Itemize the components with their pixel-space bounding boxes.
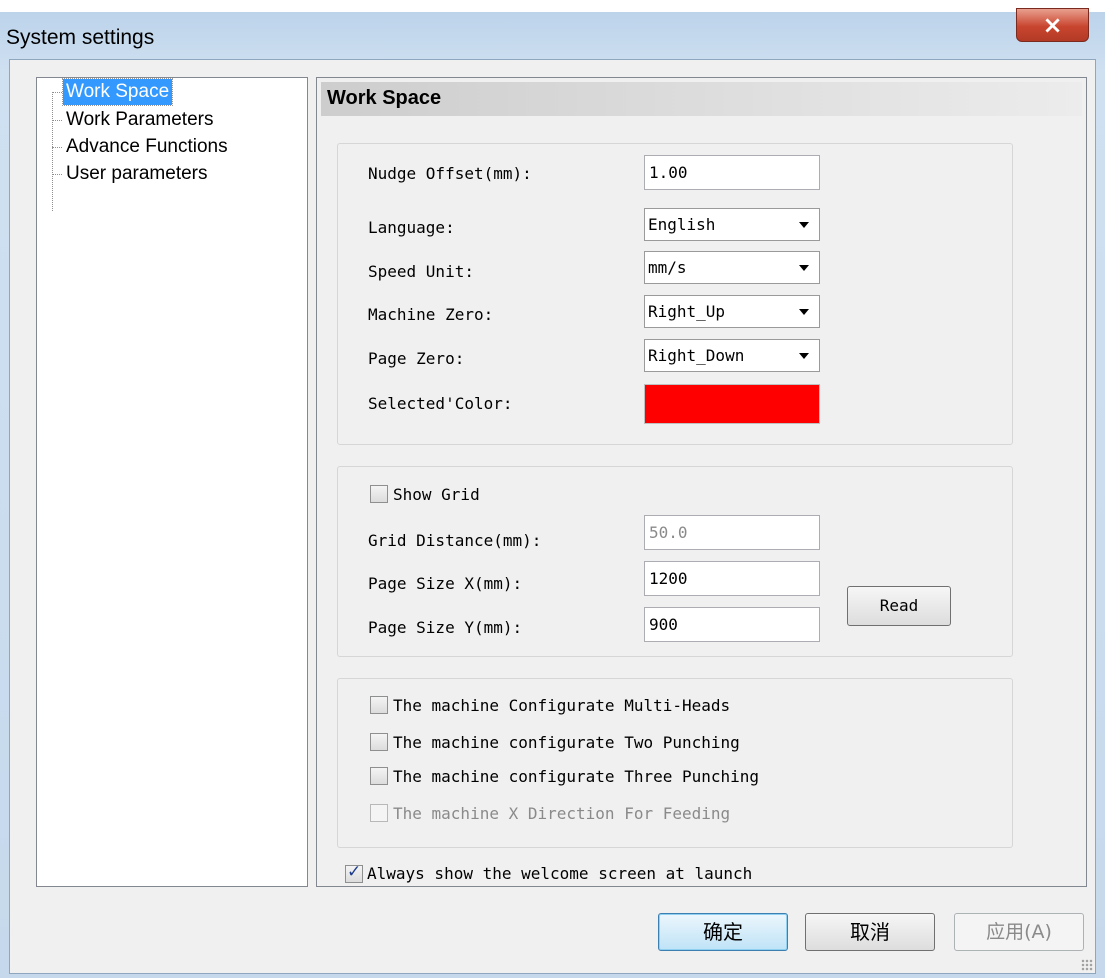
page-size-x-label: Page Size X(mm): [368, 574, 523, 593]
x-feeding-label: The machine X Direction For Feeding [393, 804, 731, 823]
tree-item-work-parameters[interactable]: Work Parameters [63, 107, 216, 133]
show-grid-label: Show Grid [393, 485, 480, 504]
close-button[interactable]: × [1016, 8, 1089, 42]
read-button[interactable]: Read [847, 586, 951, 626]
welcome-screen-label: Always show the welcome screen at launch [367, 864, 753, 883]
tree-item-work-space[interactable]: Work Space [61, 78, 174, 106]
three-punching-checkbox[interactable] [370, 767, 388, 785]
panel-header: Work Space [321, 82, 1082, 116]
language-value: English [648, 215, 716, 234]
tree-item-advance-functions[interactable]: Advance Functions [63, 134, 231, 160]
dialog-client-area: Work Space Work Parameters Advance Funct… [9, 59, 1096, 974]
machine-zero-select[interactable]: Right_Up [644, 295, 820, 328]
page-size-y-label: Page Size Y(mm): [368, 618, 523, 637]
ok-button[interactable]: 确定 [658, 913, 788, 951]
machine-zero-label: Machine Zero: [368, 305, 494, 324]
welcome-screen-checkbox[interactable] [345, 862, 363, 883]
speed-unit-value: mm/s [648, 258, 687, 277]
title-bar: System settings × [0, 8, 1105, 60]
dropdown-arrow-icon [799, 265, 809, 271]
page-zero-select[interactable]: Right_Down [644, 339, 820, 372]
top-strip [0, 0, 1105, 12]
apply-button[interactable]: 应用(A) [954, 913, 1084, 951]
speed-unit-select[interactable]: mm/s [644, 251, 820, 284]
multi-heads-label: The machine Configurate Multi-Heads [393, 696, 731, 715]
language-label: Language: [368, 218, 455, 237]
tree-connector [52, 174, 62, 175]
multi-heads-checkbox[interactable] [370, 696, 388, 714]
dropdown-arrow-icon [799, 309, 809, 315]
window-title: System settings [6, 26, 155, 49]
show-grid-checkbox[interactable] [370, 485, 388, 503]
system-settings-window: System settings × Work Space Work Parame… [0, 8, 1105, 978]
x-feeding-checkbox[interactable] [370, 804, 388, 822]
machine-zero-value: Right_Up [648, 302, 726, 321]
selected-color-swatch[interactable] [644, 384, 820, 424]
page-zero-label: Page Zero: [368, 349, 465, 368]
selected-color-label: Selected'Color: [368, 394, 513, 413]
page-size-x-input[interactable]: 1200 [644, 561, 820, 596]
grid-distance-label: Grid Distance(mm): [368, 531, 542, 550]
cancel-button[interactable]: 取消 [805, 913, 935, 951]
tree-item-user-parameters[interactable]: User parameters [63, 161, 211, 187]
two-punching-label: The machine configurate Two Punching [393, 733, 740, 752]
language-select[interactable]: English [644, 208, 820, 241]
tree-connector [52, 92, 53, 211]
three-punching-label: The machine configurate Three Punching [393, 767, 760, 786]
nudge-offset-input[interactable]: 1.00 [644, 155, 820, 190]
tree-connector [52, 92, 62, 93]
dropdown-arrow-icon [799, 222, 809, 228]
speed-unit-label: Speed Unit: [368, 262, 474, 281]
tree-connector [52, 147, 62, 148]
nudge-offset-label: Nudge Offset(mm): [368, 164, 532, 183]
dropdown-arrow-icon [799, 353, 809, 359]
tree-connector [52, 120, 62, 121]
close-x-icon: × [1042, 11, 1063, 39]
page-size-y-input[interactable]: 900 [644, 607, 820, 642]
resize-grip-icon[interactable] [1081, 959, 1093, 971]
machine-options-group: The machine Configurate Multi-Heads The … [337, 678, 1013, 848]
grid-group: Show Grid Grid Distance(mm): 50.0 Page S… [337, 466, 1013, 657]
panel-title: Work Space [327, 87, 442, 109]
two-punching-checkbox[interactable] [370, 733, 388, 751]
grid-distance-input[interactable]: 50.0 [644, 515, 820, 550]
settings-panel: Work Space Nudge Offset(mm): 1.00 Langua… [316, 77, 1087, 887]
general-group: Nudge Offset(mm): 1.00 Language: English… [337, 143, 1013, 445]
page-zero-value: Right_Down [648, 346, 745, 365]
settings-tree: Work Space Work Parameters Advance Funct… [36, 77, 308, 887]
